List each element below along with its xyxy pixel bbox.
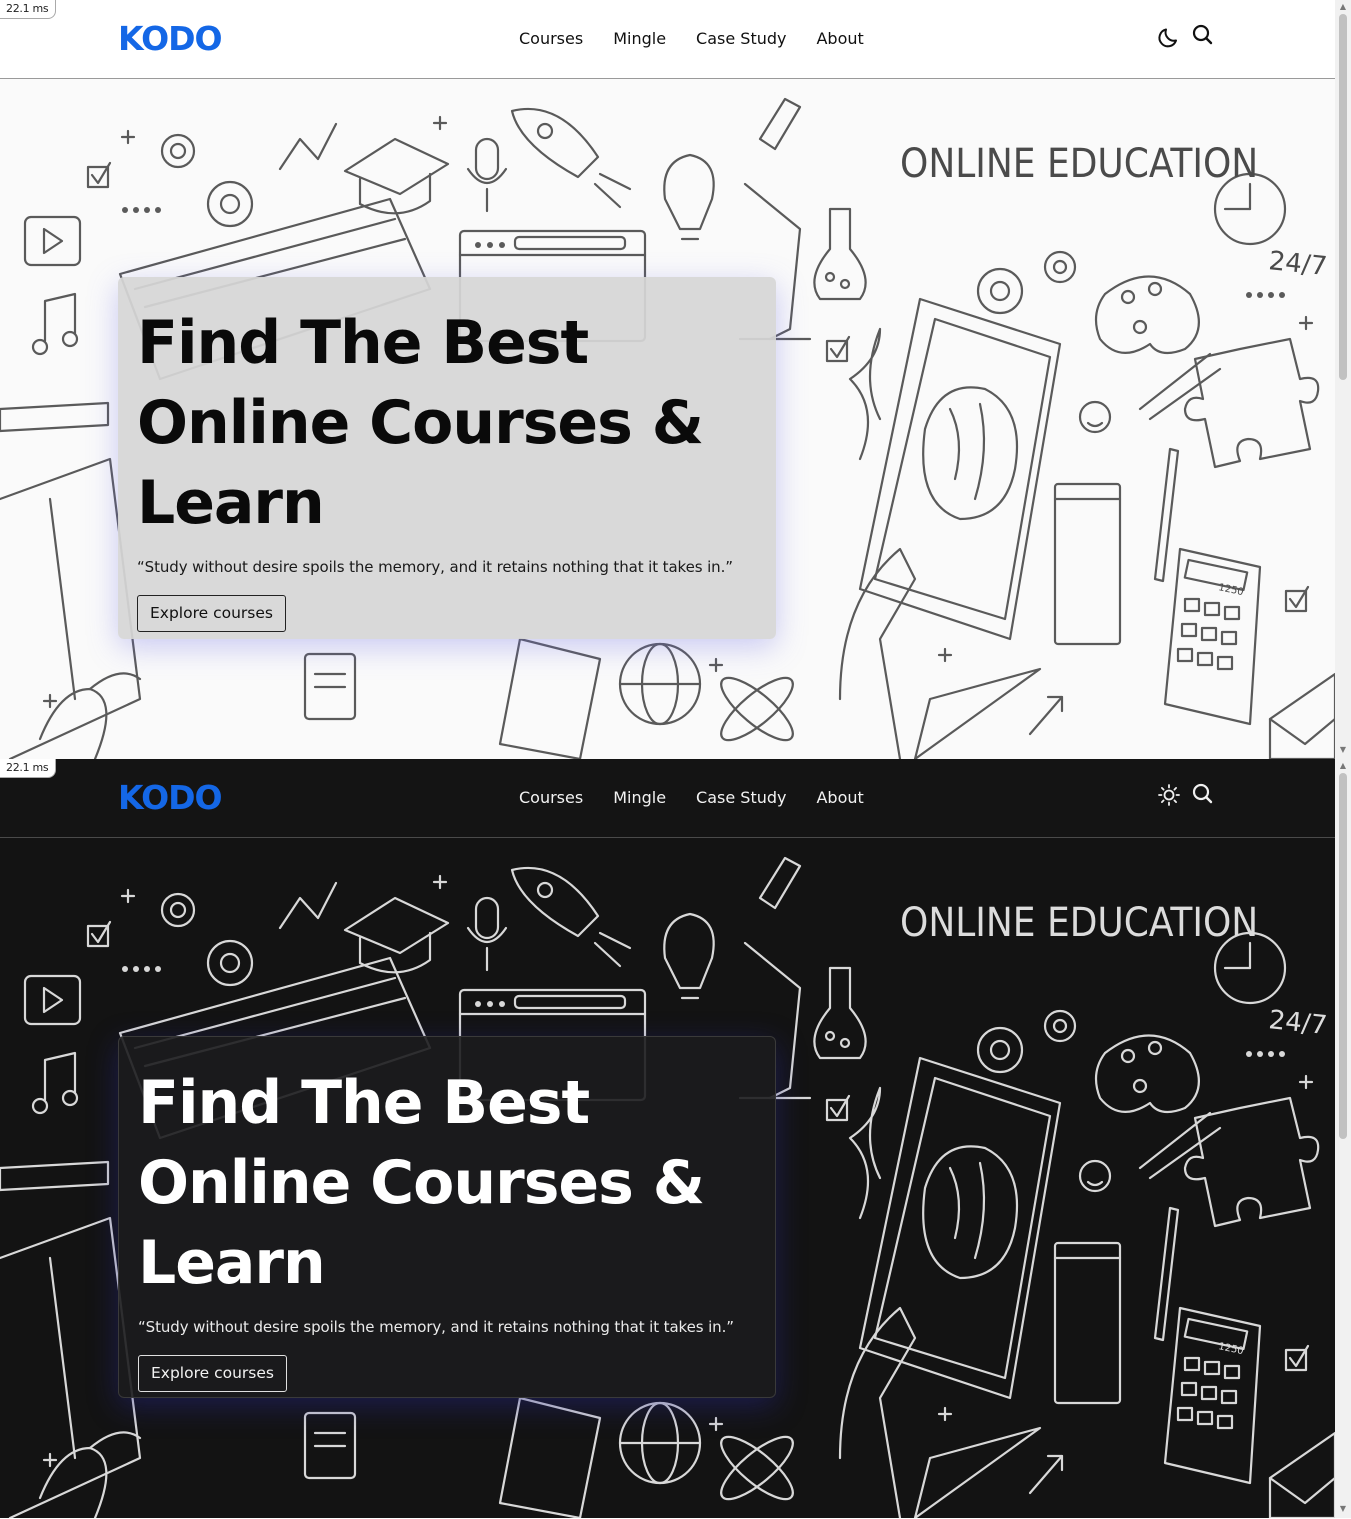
hero-section: ONLINE EDUCATION 24/7 1250 Find The Best…: [0, 79, 1335, 759]
nav-links: Courses Mingle Case Study About: [519, 787, 894, 809]
logo-text: KODO: [118, 19, 223, 58]
logo-text: KODO: [118, 778, 223, 817]
navbar: KODO Courses Mingle Case Study About: [0, 0, 1335, 79]
online-education-text: ONLINE EDUCATION: [900, 141, 1258, 187]
scrollbar[interactable]: ▲ ▼: [1335, 759, 1351, 1518]
hero-title: Find The Best Online Courses & Learn: [138, 1063, 755, 1303]
online-education-text: ONLINE EDUCATION: [900, 900, 1258, 946]
nav-link-about[interactable]: About: [816, 787, 863, 809]
nav-link-case-study[interactable]: Case Study: [696, 787, 786, 809]
hero-title-line2: Online Courses &: [137, 388, 704, 458]
hero-title-line2: Online Courses &: [138, 1148, 705, 1218]
hero-title: Find The Best Online Courses & Learn: [137, 303, 756, 543]
hero-card: Find The Best Online Courses & Learn “St…: [118, 277, 776, 639]
search-icon[interactable]: [1190, 22, 1216, 48]
hero-title-line1: Find The Best: [137, 308, 589, 378]
dark-theme-frame: 22.1 ms KODO Courses Mingle Case Study A…: [0, 759, 1351, 1518]
nav-link-courses[interactable]: Courses: [519, 787, 583, 809]
badge-247-text: 24/7: [1267, 1005, 1328, 1041]
scroll-up-arrow-icon[interactable]: ▲: [1338, 2, 1348, 12]
calculator-display-text: 1250: [1217, 1341, 1244, 1357]
hero-quote: “Study without desire spoils the memory,…: [138, 1318, 734, 1336]
hero-title-line3: Learn: [137, 468, 325, 538]
scroll-thumb[interactable]: [1339, 14, 1347, 380]
calculator-display-text: 1250: [1217, 582, 1244, 598]
navbar: KODO Courses Mingle Case Study About: [0, 759, 1335, 838]
hero-title-line3: Learn: [138, 1228, 326, 1298]
scrollbar[interactable]: ▲ ▼: [1335, 0, 1351, 759]
nav-link-mingle[interactable]: Mingle: [613, 28, 666, 50]
hero-title-line1: Find The Best: [138, 1068, 590, 1138]
hero-section: ONLINE EDUCATION 24/7 1250 Find The Best…: [0, 838, 1335, 1518]
nav-link-about[interactable]: About: [816, 28, 863, 50]
kodo-logo[interactable]: KODO: [118, 19, 223, 58]
nav-link-mingle[interactable]: Mingle: [613, 787, 666, 809]
scroll-down-arrow-icon[interactable]: ▼: [1338, 745, 1348, 755]
moon-icon[interactable]: [1156, 24, 1182, 50]
search-icon[interactable]: [1190, 781, 1216, 807]
scroll-thumb[interactable]: [1339, 773, 1347, 1139]
light-theme-frame: 22.1 ms KODO Courses Mingle Case Study A…: [0, 0, 1351, 759]
kodo-logo[interactable]: KODO: [118, 778, 223, 817]
scroll-up-arrow-icon[interactable]: ▲: [1338, 761, 1348, 771]
explore-courses-button[interactable]: Explore courses: [137, 595, 286, 632]
nav-link-case-study[interactable]: Case Study: [696, 28, 786, 50]
render-timing-label: 22.1 ms: [0, 759, 57, 778]
scroll-down-arrow-icon[interactable]: ▼: [1338, 1504, 1348, 1514]
hero-quote: “Study without desire spoils the memory,…: [137, 558, 733, 576]
nav-link-courses[interactable]: Courses: [519, 28, 583, 50]
explore-courses-button[interactable]: Explore courses: [138, 1355, 287, 1392]
sun-icon[interactable]: [1156, 782, 1182, 808]
render-timing-label: 22.1 ms: [0, 0, 57, 19]
hero-card: Find The Best Online Courses & Learn “St…: [118, 1036, 776, 1398]
badge-247-text: 24/7: [1267, 246, 1328, 282]
nav-links: Courses Mingle Case Study About: [519, 28, 894, 50]
